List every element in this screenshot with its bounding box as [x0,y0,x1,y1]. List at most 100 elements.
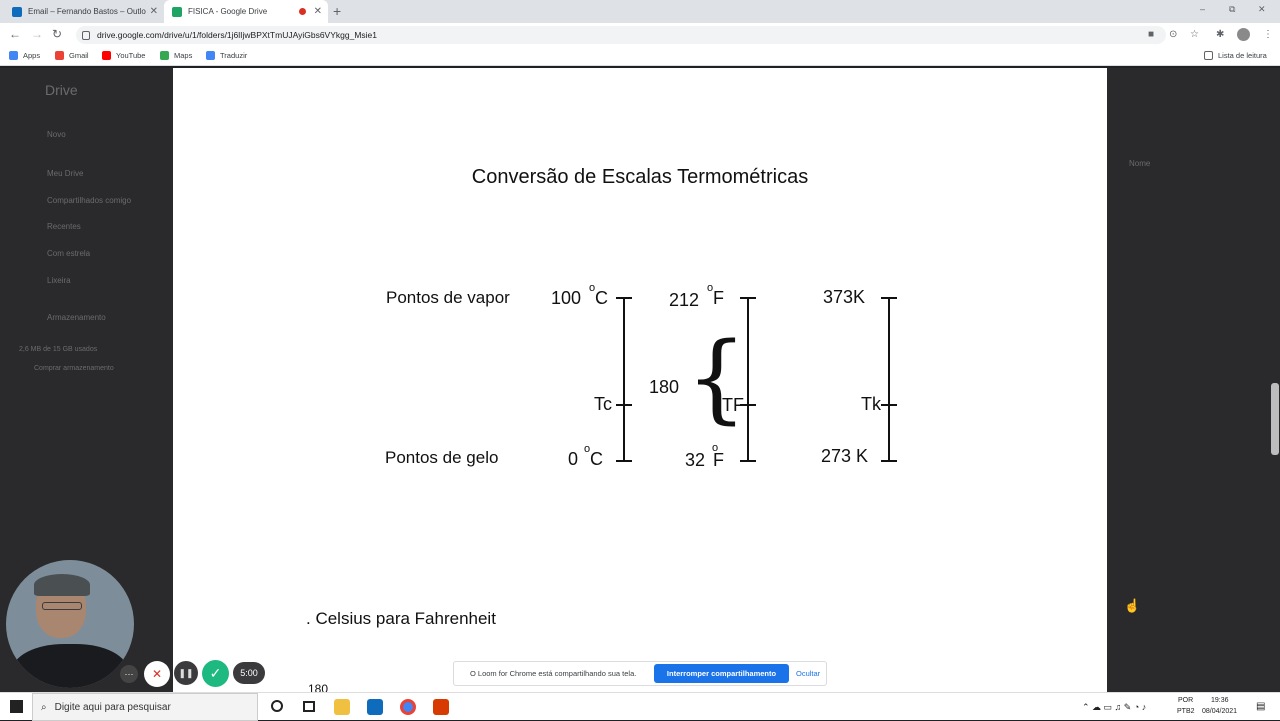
tab-strip: Email – Fernando Bastos – Outlo ✕ FISICA… [0,0,1280,23]
close-tab-icon[interactable]: ✕ [150,6,158,17]
reading-list[interactable]: Lista de leitura [1204,51,1267,60]
buy-storage-button[interactable]: Comprar armazenamento [34,365,114,372]
profile-avatar[interactable] [1237,28,1250,41]
restore-button[interactable]: ⧉ [1229,4,1235,15]
fahrenheit-tick-bottom [740,460,756,462]
keyboard-language[interactable]: POR [1178,697,1193,704]
drive-icon [172,6,182,17]
outlook-taskbar-icon[interactable] [367,699,383,715]
share-message: O Loom for Chrome está compartilhando su… [470,669,637,678]
ice-point-label: Pontos de gelo [385,448,499,467]
celsius-bottom-unit: C [590,449,603,469]
celsius-tick-top [616,297,632,299]
column-header-name[interactable]: Nome [1129,159,1150,168]
drive-logo: Drive [45,82,78,98]
kelvin-tick-mid [881,404,897,406]
maps-icon [160,51,169,60]
bookmark-label: Gmail [69,51,89,60]
lock-icon [82,30,90,40]
fahrenheit-scale-line [747,297,749,461]
nav-recent[interactable]: Recentes [47,222,81,231]
stop-sharing-button[interactable]: Interromper compartilhamento [654,664,789,683]
search-placeholder: Digite aqui para pesquisar [54,701,171,713]
clock-date[interactable]: 08/04/2021 [1202,708,1237,715]
tab-drive[interactable]: FISICA - Google Drive ✕ [164,0,328,23]
nav-my-drive[interactable]: Meu Drive [47,169,83,178]
hide-notice-button[interactable]: Ocultar [796,669,820,678]
reload-icon[interactable]: ↻ [52,27,62,41]
bookmark-label: Apps [23,51,41,60]
chrome-taskbar-icon[interactable] [400,699,416,715]
celsius-mid-label: Tc [594,394,612,414]
star-icon[interactable]: ☆ [1190,29,1201,40]
kelvin-scale-line [888,297,890,461]
screen-share-notice: O Loom for Chrome está compartilhando su… [453,661,827,686]
fahrenheit-bottom-unit: F [713,450,724,470]
cortana-icon[interactable] [271,700,283,712]
task-view-icon[interactable] [303,701,315,712]
minimize-button[interactable]: – [1200,4,1205,14]
back-icon[interactable]: ← [9,27,21,41]
nav-starred[interactable]: Com estrela [47,249,90,258]
kelvin-top-value: 373K [823,287,866,307]
presenter-body [12,644,128,688]
bookmark-label: Maps [174,51,193,60]
nav-trash[interactable]: Lixeira [47,276,71,285]
bookmark-translate[interactable]: Traduzir [206,51,247,60]
search-icon: ⌕ [41,701,47,713]
office-taskbar-icon[interactable] [433,699,449,715]
celsius-tick-bottom [616,460,632,462]
address-bar[interactable]: drive.google.com/drive/u/1/folders/1j6lI… [76,26,1166,44]
loom-pause-button[interactable]: ❚❚ [174,661,198,685]
kelvin-tick-bottom [881,460,897,462]
nav-shared[interactable]: Compartilhados comigo [47,196,131,205]
taskbar-search-box[interactable]: ⌕ Digite aqui para pesquisar [32,693,258,721]
celsius-top-unit: C [595,288,608,308]
presenter-glasses [42,602,82,610]
recording-icon [299,8,306,15]
bookmark-apps[interactable]: Apps [9,51,40,60]
clock-time[interactable]: 19:36 [1211,697,1229,704]
keyboard-layout[interactable]: PTB2 [1177,708,1195,715]
slide-viewer: Conversão de Escalas Termométricas Ponto… [173,68,1107,692]
new-tab-button[interactable]: + [333,3,341,19]
close-window-button[interactable]: ✕ [1258,4,1266,15]
close-tab-icon[interactable]: ✕ [314,6,322,17]
windows-taskbar: ⌕ Digite aqui para pesquisar ⌃ ☁ ▭ ♫ ✎ ◔… [0,692,1280,721]
apps-grid-icon [9,51,18,60]
bookmark-maps[interactable]: Maps [160,51,192,60]
steam-point-label: Pontos de vapor [386,288,510,307]
celsius-bottom-value: 0 [568,449,579,469]
notification-icon[interactable]: ▤ [1256,701,1265,712]
page-scrollbar[interactable] [1271,383,1279,455]
loom-done-button[interactable]: ✓ [202,660,229,687]
share-icon[interactable]: ⊙ [1169,29,1180,40]
tray-icons[interactable]: ⌃ ☁ ▭ ♫ ✎ ◔ ♪ [1082,702,1146,713]
section-subheading: . Celsius para Fahrenheit [306,609,496,628]
file-explorer-icon[interactable] [334,699,350,715]
youtube-icon [102,51,111,60]
fahrenheit-top-value: 212 [669,290,700,310]
loom-cancel-button[interactable]: ✕ [144,661,170,687]
webcam-bubble[interactable] [6,560,134,688]
bookmark-label: YouTube [116,51,146,60]
presenter-hair [34,574,90,596]
windows-start-icon[interactable] [10,700,23,713]
outlook-icon [12,6,22,17]
camera-icon[interactable]: ■ [1148,29,1159,40]
tab-outlook[interactable]: Email – Fernando Bastos – Outlo ✕ [4,0,164,23]
menu-icon[interactable]: ⋮ [1263,29,1274,40]
new-button[interactable]: Novo [47,130,66,139]
extensions-icon[interactable]: ✱ [1216,29,1227,40]
bookmark-gmail[interactable]: Gmail [55,51,89,60]
forward-icon[interactable]: → [31,27,43,41]
celsius-tick-mid [616,404,632,406]
reading-list-icon [1204,51,1213,60]
bookmark-youtube[interactable]: YouTube [102,51,145,60]
url-text: drive.google.com/drive/u/1/folders/1j6lI… [97,30,377,40]
loom-more-button[interactable]: ··· [120,665,138,683]
storage-usage: 2,6 MB de 15 GB usados [19,346,98,353]
nav-storage[interactable]: Armazenamento [47,313,106,322]
browser-toolbar: ← → ↻ drive.google.com/drive/u/1/folders… [0,23,1280,47]
reading-list-label: Lista de leitura [1218,51,1267,60]
